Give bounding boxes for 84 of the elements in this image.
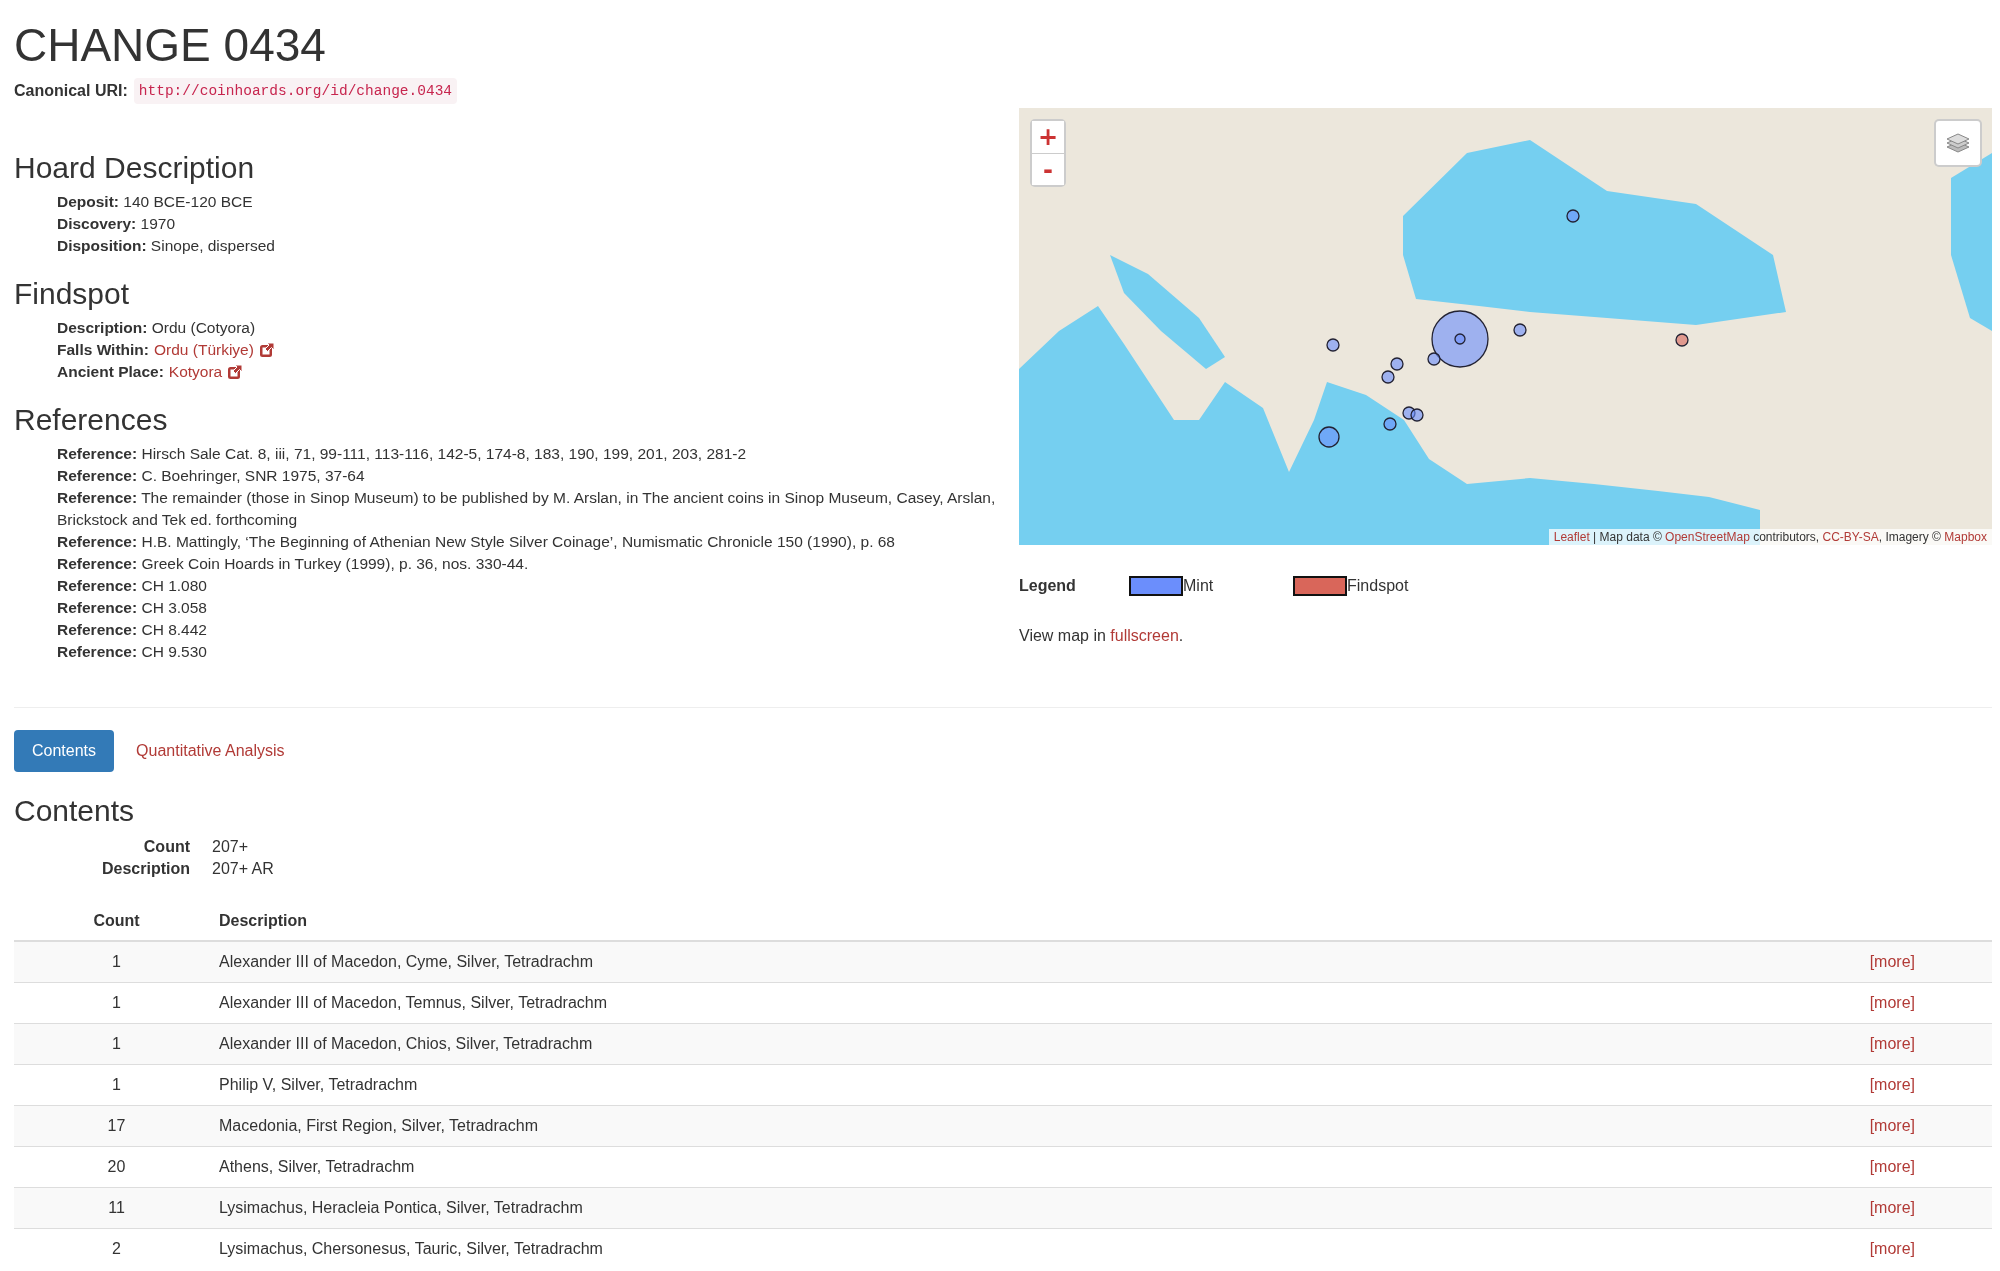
column-header: Description: [219, 912, 307, 929]
description-cell: Lysimachus, Heracleia Pontica, Silver, Tetradrachm: [219, 1199, 583, 1216]
attribution-link[interactable]: CC-BY-SA: [1822, 530, 1879, 544]
field-label: Falls Within:: [57, 340, 149, 360]
place-link[interactable]: Kotyora: [168, 361, 223, 383]
map-attribution: Leaflet | Map data © OpenStreetMap contributors, CC-BY-SA, Imagery © Mapbox: [1548, 529, 1992, 545]
section-heading: Contents: [14, 794, 135, 828]
map-marker[interactable]: [1381, 370, 1395, 384]
field-text: Reference: CH 1.080: [57, 576, 207, 596]
legend-label: Mint: [1183, 576, 1214, 596]
more-link[interactable]: [more]: [1869, 1035, 1915, 1052]
field-text: Reference: Greek Coin Hoards in Turkey (1999), p. 36, nos. 330-44.: [57, 554, 529, 574]
summary-value: 207+ AR: [212, 859, 274, 879]
description-cell: Macedonia, First Region, Silver, Tetradrachm: [219, 1117, 538, 1134]
count-cell: 1: [112, 1076, 121, 1093]
attribution-link[interactable]: OpenStreetMap: [1665, 530, 1750, 544]
map-marker[interactable]: [1410, 408, 1424, 422]
external-link-icon[interactable]: [227, 364, 244, 380]
map-marker[interactable]: [1513, 323, 1527, 337]
view-map-text: View map in fullscreen.: [1019, 626, 1185, 646]
map-marker[interactable]: [1675, 333, 1689, 347]
description-cell: Alexander III of Macedon, Chios, Silver, Tetradrachm: [219, 1035, 593, 1052]
field-text: Reference: The remainder (those in Sinop Museum) to be published by M. Arslan, in The ancient coins in Sinop Museum, Casey, Arslan, Brickstock and Tek ed. forthcoming: [57, 488, 997, 530]
field-text: Description: Ordu (Cotyora): [57, 318, 256, 338]
attribution-link[interactable]: Leaflet: [1553, 530, 1590, 544]
description-cell: Lysimachus, Chersonesus, Tauric, Silver, Tetradrachm: [219, 1240, 603, 1257]
external-link-icon[interactable]: [258, 342, 275, 358]
section-heading: References: [14, 403, 168, 437]
more-link[interactable]: [more]: [1869, 1240, 1915, 1257]
description-cell: Alexander III of Macedon, Temnus, Silver, Tetradrachm: [219, 994, 608, 1011]
map-marker[interactable]: [1326, 338, 1340, 352]
summary-value: 207+: [212, 837, 250, 857]
fullscreen-link[interactable]: fullscreen: [1110, 627, 1179, 644]
canonical-uri: http://coinhoards.org/id/change.0434: [133, 78, 458, 104]
map-panel[interactable]: + - Leaflet | Map data © OpenStreetMap contributors, CC-BY-SA, Imagery © Mapbox: [1019, 108, 1992, 545]
layers-button[interactable]: [1934, 119, 1982, 167]
more-link[interactable]: [more]: [1869, 1199, 1915, 1216]
description-cell: Alexander III of Macedon, Cyme, Silver, Tetradrachm: [219, 953, 594, 970]
page-title: CHANGE 0434: [14, 20, 326, 70]
field-text: Reference: CH 3.058: [57, 598, 207, 618]
count-cell: 1: [112, 1035, 121, 1052]
field-text: Deposit: 140 BCE-120 BCE: [57, 192, 253, 212]
more-link[interactable]: [more]: [1869, 1117, 1915, 1134]
legend-label: Findspot: [1347, 576, 1409, 596]
map-marker[interactable]: [1402, 406, 1416, 420]
field-text: Reference: Hirsch Sale Cat. 8, iii, 71, 99-111, 113-116, 142-5, 174-8, 183, 190, 199, 201, 203, 281-2: [57, 444, 747, 464]
more-link[interactable]: [more]: [1869, 1158, 1915, 1175]
section-heading: Findspot: [14, 277, 130, 311]
legend-title: Legend: [1019, 576, 1077, 596]
place-link[interactable]: Ordu (Türkiye): [154, 339, 254, 361]
tab[interactable]: Contents: [14, 730, 115, 772]
summary-label: Description: [101, 859, 190, 879]
description-cell: Athens, Silver, Tetradrachm: [219, 1158, 415, 1175]
field-text: Reference: H.B. Mattingly, ‘The Beginning of Athenian New Style Silver Coinage’, Numismatic Chronicle 150 (1990), p. 68: [57, 532, 895, 552]
column-header: Count: [93, 912, 140, 929]
field-text: Reference: CH 8.442: [57, 620, 207, 640]
map-marker[interactable]: [1383, 417, 1397, 431]
zoom-out-button[interactable]: -: [1032, 153, 1064, 185]
more-link[interactable]: [more]: [1869, 953, 1915, 970]
field-label: Ancient Place:: [57, 362, 164, 382]
count-cell: 11: [108, 1199, 125, 1216]
tab[interactable]: Quantitative Analysis: [118, 730, 303, 772]
count-cell: 17: [107, 1117, 126, 1134]
field-text: Disposition: Sinope, dispersed: [57, 236, 275, 256]
summary-label: Count: [142, 837, 190, 857]
map-marker[interactable]: [1427, 352, 1441, 366]
more-link[interactable]: [more]: [1869, 994, 1915, 1011]
count-cell: 1: [112, 953, 121, 970]
more-link[interactable]: [more]: [1869, 1076, 1915, 1093]
field-text: Discovery: 1970: [57, 214, 176, 234]
field-text: Reference: CH 9.530: [57, 642, 207, 662]
map-marker[interactable]: [1318, 426, 1340, 448]
map-marker[interactable]: [1454, 333, 1466, 345]
count-cell: 2: [112, 1240, 121, 1257]
map-marker[interactable]: [1566, 209, 1580, 223]
description-cell: Philip V, Silver, Tetradrachm: [219, 1076, 418, 1093]
count-cell: 1: [112, 994, 121, 1011]
uri-label: Canonical URI:: [14, 81, 128, 101]
count-cell: 20: [107, 1158, 126, 1175]
attribution-link[interactable]: Mapbox: [1944, 530, 1987, 544]
section-heading: Hoard Description: [14, 151, 255, 185]
map-marker[interactable]: [1431, 310, 1489, 368]
map-marker[interactable]: [1390, 357, 1404, 371]
field-text: Reference: C. Boehringer, SNR 1975, 37-64: [57, 466, 365, 486]
